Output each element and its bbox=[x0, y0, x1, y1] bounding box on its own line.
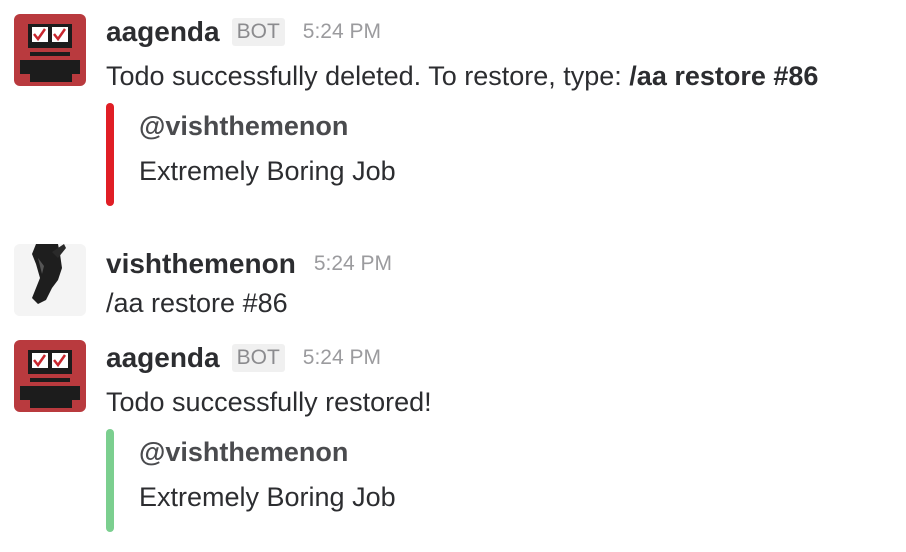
username[interactable]: vishthemenon bbox=[106, 248, 296, 279]
user-photo-icon bbox=[14, 244, 86, 316]
message-header: vishthemenon 5:24 PM bbox=[106, 247, 392, 281]
message-text: Todo successfully restored! bbox=[106, 387, 432, 417]
bot-avatar[interactable] bbox=[14, 340, 86, 412]
timestamp[interactable]: 5:24 PM bbox=[303, 346, 381, 369]
attachment-title: @vishthemenon bbox=[139, 437, 349, 467]
timestamp[interactable]: 5:24 PM bbox=[314, 252, 392, 275]
bot-badge: BOT bbox=[231, 18, 285, 46]
attachment-deleted: @vishthemenon Extremely Boring Job bbox=[106, 103, 806, 206]
message-bot-restored: aagenda BOT 5:24 PM Todo successfully rest… bbox=[0, 326, 906, 546]
message-header: aagenda BOT 5:24 PM bbox=[106, 15, 381, 49]
user-avatar[interactable] bbox=[14, 244, 86, 316]
bot-avatar[interactable] bbox=[14, 14, 86, 86]
bot-badge: BOT bbox=[231, 344, 285, 372]
robot-avatar-icon bbox=[14, 340, 86, 412]
message-text: /aa restore #86 bbox=[106, 288, 288, 318]
robot-avatar-icon bbox=[14, 14, 86, 86]
message-text: Todo successfully deleted. To restore, t… bbox=[106, 59, 818, 93]
message-header: aagenda BOT 5:24 PM bbox=[106, 341, 381, 375]
attachment-text: Extremely Boring Job bbox=[139, 482, 396, 512]
restore-command: /aa restore #86 bbox=[629, 61, 819, 91]
timestamp[interactable]: 5:24 PM bbox=[303, 20, 381, 43]
message-text-prefix: Todo successfully deleted. To restore, t… bbox=[106, 61, 630, 91]
attachment-color-bar bbox=[106, 103, 114, 206]
message-bot-deleted: aagenda BOT 5:24 PM Todo successfully dele… bbox=[0, 0, 906, 220]
attachment-text: Extremely Boring Job bbox=[139, 156, 396, 186]
attachment-restored: @vishthemenon Extremely Boring Job bbox=[106, 429, 806, 532]
username[interactable]: aagenda bbox=[106, 342, 220, 373]
attachment-color-bar bbox=[106, 429, 114, 532]
attachment-title: @vishthemenon bbox=[139, 111, 349, 141]
message-user: vishthemenon 5:24 PM /aa restore #86 bbox=[0, 230, 906, 330]
username[interactable]: aagenda bbox=[106, 16, 220, 47]
